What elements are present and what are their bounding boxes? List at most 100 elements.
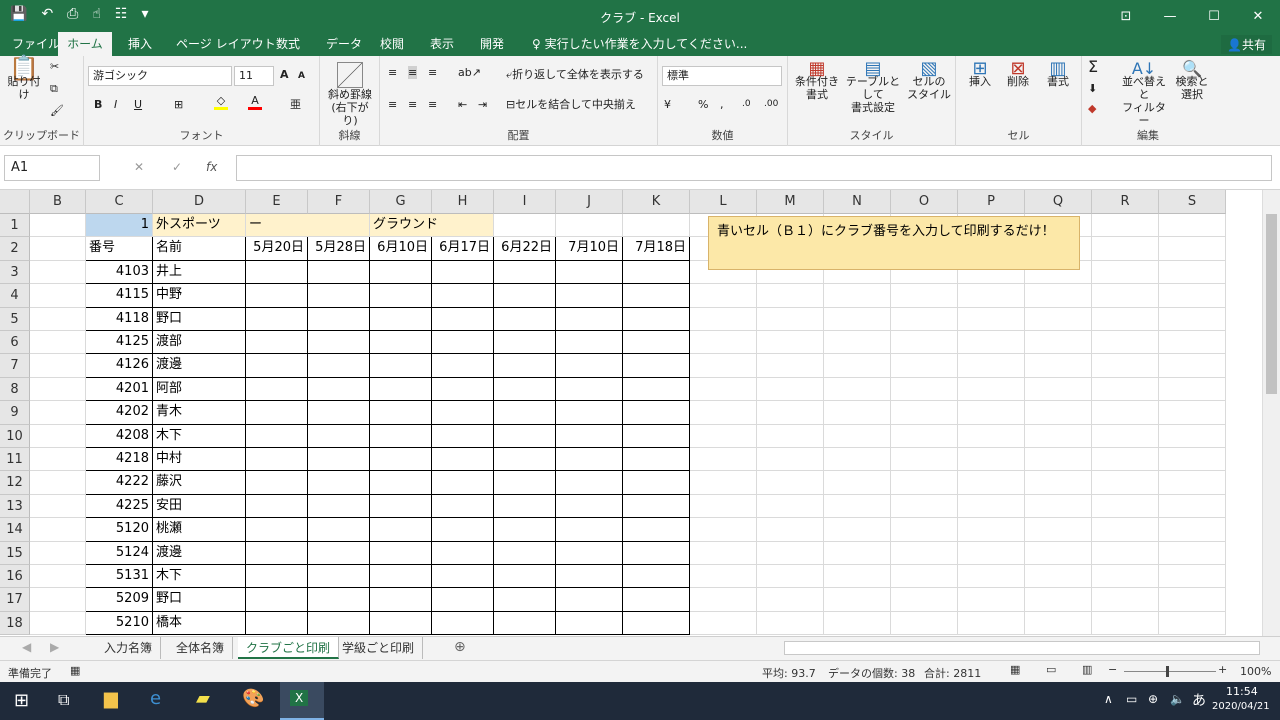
grid-cell[interactable] bbox=[1159, 518, 1226, 542]
attendance-cell[interactable] bbox=[494, 494, 556, 519]
attendance-cell[interactable] bbox=[556, 260, 623, 285]
currency-icon[interactable]: ¥ bbox=[664, 98, 671, 111]
grid-cell[interactable] bbox=[757, 284, 824, 308]
orientation-icon[interactable]: ab↗ bbox=[458, 66, 481, 79]
attendance-cell[interactable] bbox=[432, 448, 494, 472]
attendance-cell[interactable] bbox=[246, 331, 308, 355]
attendance-cell[interactable] bbox=[556, 541, 623, 565]
attendance-cell[interactable] bbox=[370, 448, 432, 472]
student-name-cell[interactable]: 青木 bbox=[153, 401, 246, 425]
attendance-cell[interactable] bbox=[432, 307, 494, 331]
grid-cell[interactable] bbox=[824, 307, 891, 331]
grid-cell[interactable] bbox=[891, 331, 958, 355]
grid-cell[interactable] bbox=[824, 401, 891, 425]
grid-cell[interactable] bbox=[30, 588, 86, 612]
attendance-cell[interactable] bbox=[370, 307, 432, 331]
grid-cell[interactable] bbox=[1025, 471, 1092, 495]
grid-cell[interactable] bbox=[556, 214, 623, 238]
attendance-cell[interactable] bbox=[308, 611, 370, 636]
grid-cell[interactable] bbox=[891, 424, 958, 448]
attendance-cell[interactable] bbox=[556, 331, 623, 355]
windows-start-icon[interactable]: ⊞ bbox=[14, 690, 29, 711]
grid-cell[interactable] bbox=[958, 565, 1025, 589]
grid-cell[interactable] bbox=[1025, 377, 1092, 402]
row-header[interactable]: 10 bbox=[0, 424, 30, 448]
attendance-cell[interactable] bbox=[246, 377, 308, 402]
row-header[interactable]: 12 bbox=[0, 471, 30, 495]
row-header[interactable]: 8 bbox=[0, 377, 30, 402]
delete-cells-button[interactable]: ⊠ 削除 bbox=[1000, 60, 1036, 89]
sticky-notes-icon[interactable]: ▰ bbox=[196, 688, 210, 709]
grid-cell[interactable] bbox=[30, 401, 86, 425]
grid-cell[interactable] bbox=[958, 494, 1025, 519]
attendance-cell[interactable] bbox=[432, 377, 494, 402]
enter-icon[interactable]: ✓ bbox=[172, 160, 182, 174]
grid-cell[interactable] bbox=[1092, 354, 1159, 378]
copy-icon[interactable]: ⧉ bbox=[50, 82, 58, 95]
percent-button[interactable]: % bbox=[698, 98, 708, 111]
grid-cell[interactable] bbox=[690, 331, 757, 355]
sheet-tab-club-print[interactable]: クラブごと印刷 bbox=[238, 637, 340, 659]
minimize-button[interactable]: — bbox=[1148, 0, 1192, 32]
attendance-cell[interactable] bbox=[246, 565, 308, 589]
column-header-K[interactable]: K bbox=[623, 190, 690, 214]
grid-cell[interactable] bbox=[1025, 518, 1092, 542]
internet-explorer-icon[interactable]: e bbox=[150, 688, 161, 709]
grid-cell[interactable] bbox=[30, 611, 86, 636]
attendance-cell[interactable] bbox=[494, 260, 556, 285]
tell-me-box[interactable]: ♀ 実行したい作業を入力してください... bbox=[528, 32, 751, 56]
fill-color-button[interactable]: ◇ bbox=[214, 94, 228, 110]
column-header-R[interactable]: R bbox=[1092, 190, 1159, 214]
row-header[interactable]: 14 bbox=[0, 518, 30, 542]
student-name-cell[interactable]: 野口 bbox=[153, 307, 246, 331]
tray-arrow-icon[interactable]: ∧ bbox=[1104, 692, 1113, 706]
attendance-cell[interactable] bbox=[370, 354, 432, 378]
clear-icon[interactable]: ◆ bbox=[1088, 102, 1096, 115]
tab-view[interactable]: 表示 bbox=[426, 32, 458, 56]
format-painter-icon[interactable]: 🖌 bbox=[50, 104, 64, 117]
conditional-format-button[interactable]: ▦ 条件付き 書式 bbox=[792, 60, 842, 102]
attendance-cell[interactable] bbox=[308, 331, 370, 355]
attendance-cell[interactable] bbox=[623, 494, 690, 519]
row-header[interactable]: 3 bbox=[0, 260, 30, 285]
row-header[interactable]: 4 bbox=[0, 284, 30, 308]
student-number-cell[interactable]: 5120 bbox=[86, 518, 153, 542]
sheet-tab-all[interactable]: 全体名簿 bbox=[168, 637, 234, 659]
student-name-cell[interactable]: 渡邊 bbox=[153, 541, 246, 565]
grid-cell[interactable] bbox=[757, 471, 824, 495]
grid-cell[interactable] bbox=[1025, 611, 1092, 636]
grid-cell[interactable] bbox=[1092, 401, 1159, 425]
grid-cell[interactable] bbox=[757, 331, 824, 355]
attendance-cell[interactable] bbox=[556, 448, 623, 472]
network-icon[interactable]: ⊕ bbox=[1148, 692, 1158, 706]
column-header-O[interactable]: O bbox=[891, 190, 958, 214]
student-name-cell[interactable]: 井上 bbox=[153, 260, 246, 285]
tab-home[interactable]: ホーム bbox=[58, 32, 112, 56]
student-number-cell[interactable]: 4225 bbox=[86, 494, 153, 519]
attendance-cell[interactable] bbox=[432, 424, 494, 448]
attendance-cell[interactable] bbox=[246, 401, 308, 425]
attendance-cell[interactable] bbox=[623, 471, 690, 495]
indent-decrease-icon[interactable]: ⇤ bbox=[458, 98, 467, 111]
paste-button[interactable]: 📋 貼り付け bbox=[4, 56, 44, 101]
grid-cell[interactable] bbox=[1025, 565, 1092, 589]
grid-cell[interactable] bbox=[690, 611, 757, 636]
row-header[interactable]: 11 bbox=[0, 448, 30, 472]
italic-button[interactable]: I bbox=[114, 98, 117, 111]
attendance-cell[interactable] bbox=[308, 260, 370, 285]
clock-time[interactable]: 11:54 bbox=[1226, 685, 1258, 698]
zoom-slider[interactable] bbox=[1124, 671, 1216, 672]
attendance-cell[interactable] bbox=[370, 611, 432, 636]
date-header-cell[interactable]: 6月17日 bbox=[432, 237, 494, 261]
row-header[interactable]: 2 bbox=[0, 237, 30, 261]
grid-cell[interactable] bbox=[891, 611, 958, 636]
grid-cell[interactable] bbox=[1025, 354, 1092, 378]
student-name-cell[interactable]: 藤沢 bbox=[153, 471, 246, 495]
grid-cell[interactable] bbox=[1159, 565, 1226, 589]
comma-button[interactable]: , bbox=[720, 98, 724, 111]
grid-cell[interactable] bbox=[1092, 214, 1159, 238]
column-header-G[interactable]: G bbox=[370, 190, 432, 214]
attendance-cell[interactable] bbox=[623, 377, 690, 402]
diagonal-border-button[interactable]: 斜め罫線 (右下がり) bbox=[326, 62, 374, 127]
attendance-cell[interactable] bbox=[623, 448, 690, 472]
